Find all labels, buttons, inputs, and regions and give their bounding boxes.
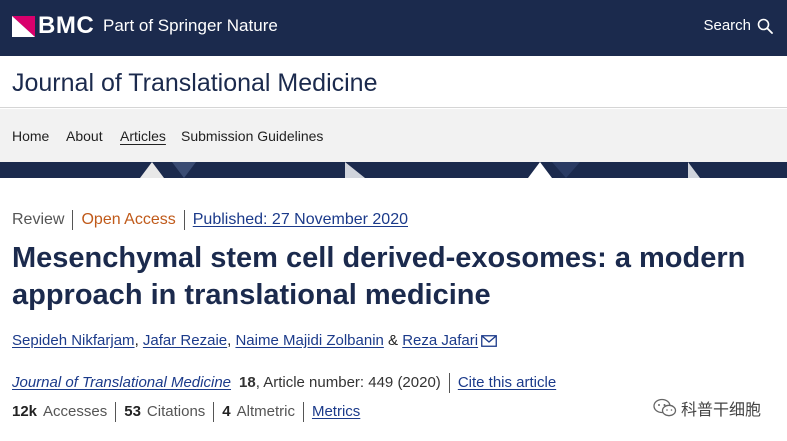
top-bar: BMC Part of Springer Nature Search <box>0 0 787 56</box>
published-date-link[interactable]: Published: 27 November 2020 <box>193 210 408 230</box>
author-link[interactable]: Reza Jafari <box>402 331 478 351</box>
journal-header: Journal of Translational Medicine <box>0 56 787 108</box>
open-access-badge: Open Access <box>81 211 176 228</box>
metrics-link[interactable]: Metrics <box>312 402 360 422</box>
accesses-count: 12k <box>12 403 38 420</box>
metrics-line: 12k Accesses 53 Citations 4 Altmetric Me… <box>12 402 360 422</box>
accesses-label: Accesses <box>43 403 108 420</box>
nav-item-submission-guidelines[interactable]: Submission Guidelines <box>181 128 323 144</box>
nav-item-about[interactable]: About <box>66 128 103 144</box>
author-separator: , <box>134 332 143 349</box>
nav-item-articles[interactable]: Articles <box>120 128 166 144</box>
journal-name-link[interactable]: Journal of Translational Medicine <box>12 373 231 393</box>
search-button[interactable]: Search <box>703 17 773 34</box>
metrics-divider <box>115 402 117 422</box>
author-link[interactable]: Naime Majidi Zolbanin <box>235 331 383 351</box>
brand-subtitle: Part of Springer Nature <box>103 16 278 35</box>
citations-count: 53 <box>124 403 141 420</box>
author-separator: , <box>227 332 236 349</box>
altmetric-label: Altmetric <box>236 403 295 420</box>
citations-label: Citations <box>146 403 206 420</box>
email-icon[interactable] <box>481 335 497 347</box>
band-pattern-graphic <box>140 162 700 178</box>
altmetric-count: 4 <box>222 403 231 420</box>
author-list: Sepideh Nikfarjam, Jafar Rezaie, Naime M… <box>12 331 497 351</box>
journal-title-link[interactable]: Journal of Translational Medicine <box>12 68 377 98</box>
volume-number: 18 <box>239 374 256 391</box>
metrics-divider <box>213 402 215 422</box>
wechat-watermark: 科普干细胞 <box>653 396 761 420</box>
citation-line: Journal of Translational Medicine 18 , A… <box>12 373 556 393</box>
article-type: Review <box>12 211 65 228</box>
article-number: , Article number: 449 (2020) <box>255 374 441 391</box>
metrics-divider <box>302 402 304 422</box>
cite-this-article-link[interactable]: Cite this article <box>458 373 556 393</box>
article-meta: Review Open Access Published: 27 Novembe… <box>12 210 408 230</box>
meta-divider <box>72 210 74 230</box>
meta-divider <box>183 210 185 230</box>
decorative-band <box>0 162 787 178</box>
author-separator: & <box>383 332 403 349</box>
cite-divider <box>448 373 450 393</box>
bmc-logo-icon[interactable] <box>12 16 35 37</box>
journal-nav: Home About Articles Submission Guideline… <box>0 109 787 162</box>
brand-logo-text[interactable]: BMC <box>38 12 94 40</box>
article-title: Mesenchymal stem cell derived-exosomes: … <box>12 242 746 311</box>
search-label: Search <box>703 17 751 34</box>
watermark-text: 科普干细胞 <box>680 402 761 419</box>
wechat-icon <box>653 398 677 417</box>
nav-item-home[interactable]: Home <box>12 128 49 144</box>
search-icon <box>757 18 773 34</box>
author-link[interactable]: Jafar Rezaie <box>143 331 227 351</box>
author-link[interactable]: Sepideh Nikfarjam <box>12 331 135 351</box>
